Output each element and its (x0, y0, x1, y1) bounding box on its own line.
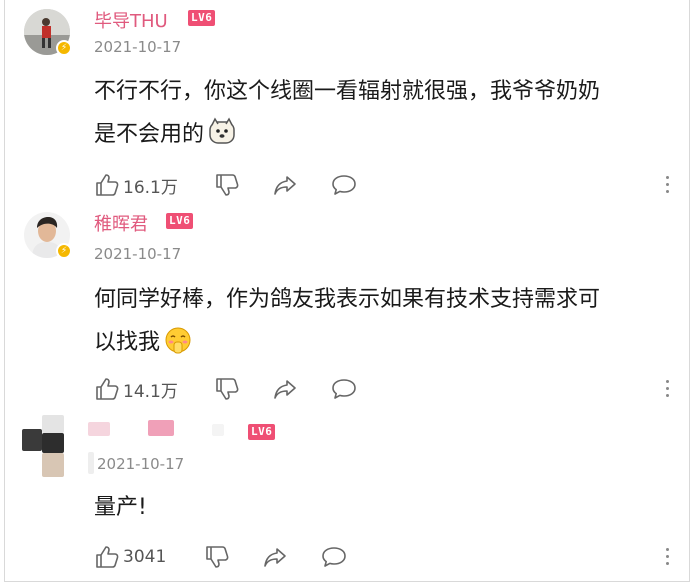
like-button[interactable]: 14.1万 (94, 375, 178, 403)
avatar[interactable] (22, 415, 68, 477)
more-dots-icon[interactable] (666, 176, 670, 197)
username[interactable]: 稚晖君 (94, 210, 148, 236)
vip-badge-icon: ⚡ (56, 40, 72, 56)
vip-badge-icon: ⚡ (56, 243, 72, 259)
reply-button[interactable] (330, 375, 358, 403)
comment-text-line: 量产! (94, 495, 147, 520)
reply-button[interactable] (330, 171, 358, 199)
censor-strip (88, 452, 94, 474)
reply-bubble-icon (322, 547, 346, 567)
comment-date: 2021-10-17 (94, 38, 182, 56)
thumbs-down-icon (216, 378, 239, 400)
share-icon (274, 380, 296, 399)
shy-face-emoji-icon (165, 327, 191, 354)
like-button[interactable]: 3041 (94, 543, 166, 571)
comment-text-line: 以找我 (94, 321, 669, 364)
reply-button[interactable] (320, 543, 348, 571)
thumbs-up-icon (96, 378, 119, 400)
like-count: 14.1万 (123, 381, 178, 402)
dislike-button[interactable] (214, 171, 240, 199)
username-censored (212, 424, 224, 436)
more-dots-icon[interactable] (666, 548, 670, 569)
comment-text-segment: 以找我 (94, 330, 161, 355)
dislike-button[interactable] (214, 375, 240, 403)
thumbs-up-icon (96, 546, 119, 568)
like-count: 16.1万 (123, 177, 178, 198)
comment-text-line: 不行不行，你这个线圈一看辐射就很强，我爷爷奶奶 (94, 79, 601, 104)
comment-text-segment: 是不会用的 (94, 122, 205, 147)
share-icon (264, 548, 286, 567)
like-button[interactable]: 16.1万 (94, 171, 178, 199)
share-button[interactable] (272, 171, 298, 199)
comment-date: 2021-10-17 (97, 455, 185, 473)
username-censored (88, 422, 110, 436)
share-icon (274, 176, 296, 195)
reply-bubble-icon (332, 379, 356, 399)
share-button[interactable] (272, 375, 298, 403)
comment-actions: 3041 (94, 543, 674, 571)
dog-face-emoji-icon (209, 117, 235, 144)
comment-text: 何同学好棒，作为鸽友我表示如果有技术支持需求可 以找我 (94, 278, 669, 364)
more-dots-icon[interactable] (666, 380, 670, 401)
level-badge: LV6 (248, 424, 276, 440)
comment-text: 不行不行，你这个线圈一看辐射就很强，我爷爷奶奶 是不会用的 (94, 70, 669, 156)
comment-text-line: 是不会用的 (94, 113, 669, 156)
comment-date: 2021-10-17 (94, 245, 182, 263)
comment-actions: 14.1万 (94, 375, 674, 403)
username-censored (148, 420, 174, 436)
level-badge: LV6 (166, 213, 194, 229)
like-count: 3041 (123, 547, 167, 567)
comment-text: 量产! (94, 486, 669, 529)
thumbs-up-icon (96, 174, 119, 196)
share-button[interactable] (262, 543, 288, 571)
thumbs-down-icon (206, 546, 229, 568)
username[interactable]: 毕导THU (94, 7, 168, 33)
comment-text-line: 何同学好棒，作为鸽友我表示如果有技术支持需求可 (94, 287, 601, 312)
dislike-button[interactable] (204, 543, 230, 571)
reply-bubble-icon (332, 175, 356, 195)
thumbs-down-icon (216, 174, 239, 196)
comment-actions: 16.1万 (94, 171, 674, 199)
level-badge: LV6 (188, 10, 216, 26)
